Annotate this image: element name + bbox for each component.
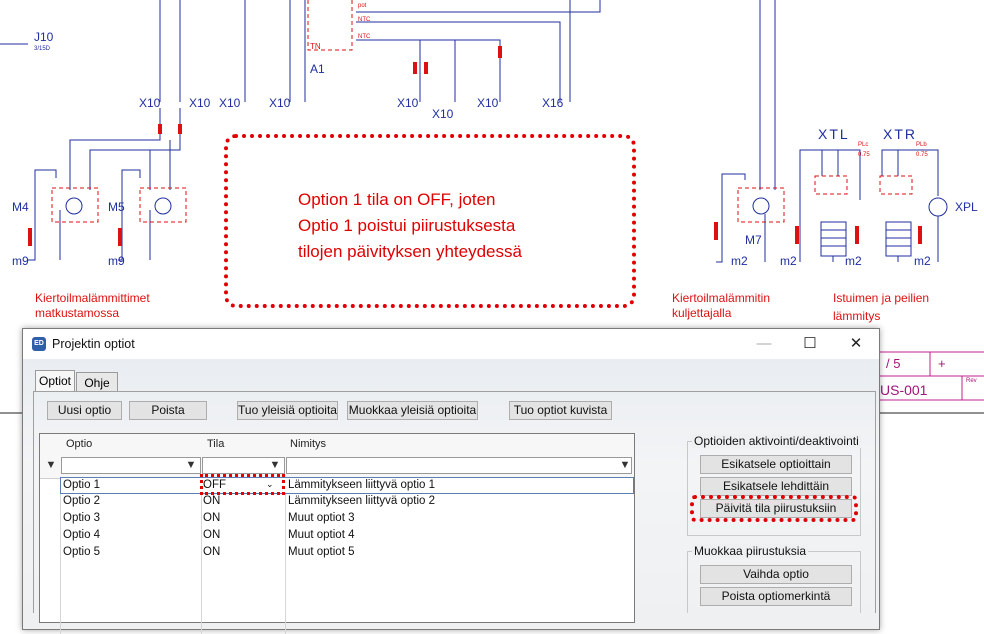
cell-tila: ON [203,495,221,507]
cell-tila: ON [203,529,221,541]
edit-general-options-button[interactable]: Muokkaa yleisiä optioita [347,401,478,420]
preview-by-option-button[interactable]: Esikatsele optioittain [700,455,852,474]
column-header-nimitys[interactable]: Nimitys [290,438,326,450]
new-option-button[interactable]: Uusi optio [47,401,122,420]
column-header-optio[interactable]: Optio [66,438,92,450]
section-label-right-1: Istuimen ja peilien [833,291,930,305]
tab-optiot[interactable]: Optiot [35,370,75,392]
connector-label: X10 [189,96,211,110]
close-icon[interactable]: ✕ [833,329,879,359]
ground-label: m2 [731,254,748,268]
import-general-options-button[interactable]: Tuo yleisiä optioita [237,401,338,420]
cell-optio: Optio 2 [63,495,101,507]
wire-plb-label: PLb [916,142,927,148]
cell-optio: Optio 5 [63,546,101,558]
remove-option-marking-button[interactable]: Poista optiomerkintä [700,587,852,606]
table-row[interactable]: Optio 3 ON Muut optiot 3 [60,511,634,528]
motor-m7-label: M7 [745,233,762,247]
maximize-icon[interactable]: ☐ [787,329,833,359]
title-block-rev: Rev [966,378,977,384]
ground-label: m2 [914,254,931,268]
cell-optio: Optio 4 [63,529,101,541]
table-row[interactable]: Optio 1 OFF ⌄ Lämmitykseen liittyvä opti… [60,477,634,494]
import-from-drawings-button[interactable]: Tuo optiot kuvista [509,401,612,420]
connector-label: X10 [397,96,419,110]
cell-nimitys: Lämmitykseen liittyvä optio 2 [288,495,436,507]
edit-drawings-group-title: Muokkaa piirustuksia [692,544,809,558]
tila-highlight [200,474,285,495]
connector-j10-label: J10 [34,30,54,44]
motor-m4-label: M4 [12,200,29,214]
connector-xtl-label: XTL [818,126,850,142]
delete-button[interactable]: Poista [129,401,207,420]
title-block-doc-number: US-001 [880,382,928,398]
ground-label: m2 [780,254,797,268]
ground-label: m9 [12,254,29,268]
cell-optio: Optio 3 [63,512,101,524]
dialog-titlebar[interactable]: ED Projektin optiot — ☐ ✕ [23,329,879,359]
ground-label: m9 [108,254,125,268]
filter-input-nimitys[interactable] [286,457,632,474]
table-row[interactable]: Optio 5 ON Muut optiot 5 [60,545,634,562]
activation-group-title: Optioiden aktivointi/deaktivointi [692,434,861,448]
cell-nimitys: Muut optiot 4 [288,529,355,541]
options-grid: Optio Tila Nimitys ▼ ▼ ▼ ▼ Optio 1 OFF ⌄… [39,433,635,634]
app-icon: ED [32,337,46,351]
section-label-right-2: lämmitys [833,309,881,323]
title-block-plus: + [938,356,946,371]
filter-icon[interactable]: ▼ [268,458,282,472]
cell-optio: Optio 1 [63,479,101,491]
minimize-icon[interactable]: — [741,329,787,359]
wire-size-label: 0.75 [858,152,870,158]
title-block-page: / 5 [886,356,901,371]
module-a1-label: A1 [310,62,325,76]
preview-by-sheet-button[interactable]: Esikatsele lehdittäin [700,477,852,496]
wire-size-label: 0.75 [916,152,928,158]
connector-label: X16 [542,96,564,110]
connector-j10-ref: 3/15D [34,46,51,52]
cell-tila: ON [203,512,221,524]
annotation-callout: Option 1 tila on OFF, joten Optio 1 pois… [224,134,636,308]
cell-tila: ON [203,546,221,558]
connector-label: X10 [477,96,499,110]
pot-label: pot [358,3,367,9]
section-label-mid-2: kuljettajalla [672,306,732,320]
wire-plc-label: PLc [858,142,869,148]
motor-m5-label: M5 [108,200,125,214]
tab-ohje[interactable]: Ohje [76,372,118,392]
tn-label: TN [310,42,321,51]
dialog-title: Projektin optiot [52,337,135,351]
connector-label: X10 [269,96,291,110]
cell-nimitys: Muut optiot 5 [288,546,355,558]
connector-xtr-label: XTR [883,126,917,142]
filter-icon[interactable]: ▼ [44,458,58,472]
table-row[interactable]: Optio 2 ON Lämmitykseen liittyvä optio 2 [60,494,634,511]
connector-label: X10 [219,96,241,110]
ntc2-label: NTC [358,34,371,40]
section-label-mid-1: Kiertoilmalämmitin [672,291,771,305]
cell-nimitys: Lämmitykseen liittyvä optio 1 [288,479,436,491]
table-row[interactable]: Optio 4 ON Muut optiot 4 [60,528,634,545]
column-header-tila[interactable]: Tila [207,438,224,450]
connector-label: X10 [432,107,454,121]
filter-icon[interactable]: ▼ [618,458,632,472]
ntc1-label: NTC [358,17,371,23]
cell-nimitys: Muut optiot 3 [288,512,355,524]
connector-label: X10 [139,96,161,110]
section-label-left-2: matkustamossa [35,306,120,320]
update-state-highlight [690,495,858,522]
connector-xpl-label: XPL [955,200,978,214]
change-option-button[interactable]: Vaihda optio [700,565,852,584]
callout-line-2: Optio 1 poistui piirustuksesta [298,216,516,235]
callout-line-1: Option 1 tila on OFF, joten [298,190,496,209]
filter-icon[interactable]: ▼ [184,458,198,472]
filter-input-optio[interactable] [61,457,201,474]
callout-line-3: tilojen päivityksen yhteydessä [298,242,522,261]
section-label-left-1: Kiertoilmalämmittimet [35,291,150,305]
ground-label: m2 [845,254,862,268]
